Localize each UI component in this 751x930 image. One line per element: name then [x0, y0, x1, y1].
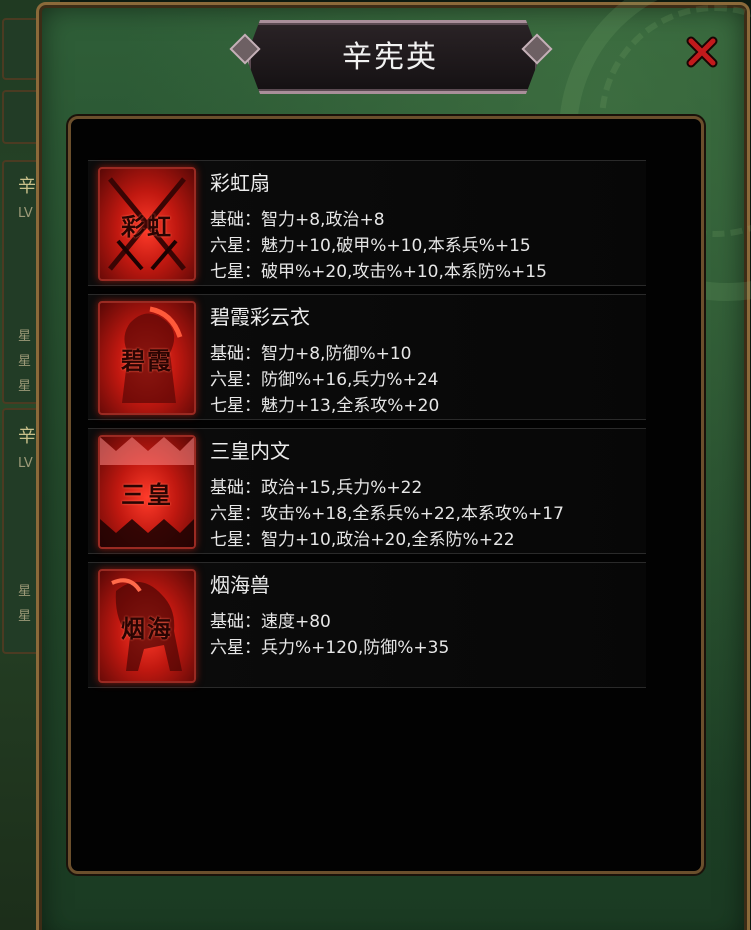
- stat-line: 六星：攻击%+18,全系兵%+22,本系攻%+17: [210, 499, 564, 524]
- scroll-icon: 三皇: [98, 435, 196, 549]
- stat-value: 防御%+16,兵力%+24: [261, 370, 439, 390]
- stat-line: 六星：兵力%+120,防御%+35: [210, 633, 449, 658]
- fan-icon: 彩虹: [98, 167, 196, 281]
- stat-line: 六星：防御%+16,兵力%+24: [210, 365, 438, 390]
- close-button[interactable]: [684, 34, 720, 70]
- icon-label: 烟海: [121, 614, 173, 643]
- stat-value: 政治+15,兵力%+22: [261, 478, 423, 498]
- stat-value: 兵力%+120,防御%+35: [261, 638, 450, 658]
- stat-label: 六星：: [210, 638, 261, 658]
- stat-value: 魅力+10,破甲%+10,本系兵%+15: [261, 236, 531, 256]
- stat-label: 七星：: [210, 530, 261, 550]
- stat-label: 六星：: [210, 504, 261, 524]
- robe-icon: 碧霞: [98, 301, 196, 415]
- equipment-name: 彩虹扇: [210, 171, 270, 195]
- stat-label: 七星：: [210, 396, 261, 416]
- stat-label: 基础：: [210, 344, 261, 364]
- stat-value: 智力+8,防御%+10: [261, 344, 412, 364]
- stat-label: 基础：: [210, 210, 261, 230]
- equipment-name: 碧霞彩云衣: [210, 305, 310, 329]
- background-star: 星: [18, 584, 32, 599]
- equipment-name: 烟海兽: [210, 573, 270, 597]
- background-star: 星: [18, 354, 32, 369]
- game-screen: 辛 LV 星 星 星 辛 LV 星 星 辛宪英 彩虹 彩虹扇 基础：智力+8,政…: [0, 0, 751, 930]
- stat-line: 七星：魅力+13,全系攻%+20: [210, 391, 439, 416]
- stat-line: 基础：智力+8,防御%+10: [210, 339, 412, 364]
- stat-value: 破甲%+20,攻击%+10,本系防%+15: [261, 262, 547, 282]
- beast-mount-icon: 烟海: [98, 569, 196, 683]
- stat-line: 基础：政治+15,兵力%+22: [210, 473, 422, 498]
- stat-line: 七星：破甲%+20,攻击%+10,本系防%+15: [210, 257, 547, 282]
- stat-line: 七星：智力+10,政治+20,全系防%+22: [210, 525, 515, 550]
- stat-label: 基础：: [210, 612, 261, 632]
- equipment-item[interactable]: 碧霞 碧霞彩云衣 基础：智力+8,防御%+10 六星：防御%+16,兵力%+24…: [88, 294, 646, 420]
- background-level: LV: [18, 206, 33, 221]
- stat-value: 智力+8,政治+8: [261, 210, 385, 230]
- stat-line: 基础：速度+80: [210, 607, 331, 632]
- stat-line: 六星：魅力+10,破甲%+10,本系兵%+15: [210, 231, 531, 256]
- stat-label: 六星：: [210, 236, 261, 256]
- icon-label: 彩虹: [121, 212, 173, 241]
- equipment-item[interactable]: 烟海 烟海兽 基础：速度+80 六星：兵力%+120,防御%+35: [88, 562, 646, 688]
- stat-value: 速度+80: [261, 612, 331, 632]
- background-star: 星: [18, 609, 32, 624]
- stat-value: 攻击%+18,全系兵%+22,本系攻%+17: [261, 504, 564, 524]
- background-hero-name: 辛: [18, 426, 36, 447]
- stat-value: 魅力+13,全系攻%+20: [261, 396, 440, 416]
- equipment-name: 三皇内文: [210, 439, 290, 463]
- stat-value: 智力+10,政治+20,全系防%+22: [261, 530, 515, 550]
- hero-name-title: 辛宪英: [342, 40, 438, 75]
- background-level: LV: [18, 456, 33, 471]
- stat-label: 基础：: [210, 478, 261, 498]
- equipment-item[interactable]: 彩虹 彩虹扇 基础：智力+8,政治+8 六星：魅力+10,破甲%+10,本系兵%…: [88, 160, 646, 286]
- icon-label: 三皇: [121, 480, 173, 509]
- stat-label: 七星：: [210, 262, 261, 282]
- background-star: 星: [18, 329, 32, 344]
- equipment-item[interactable]: 三皇 三皇内文 基础：政治+15,兵力%+22 六星：攻击%+18,全系兵%+2…: [88, 428, 646, 554]
- stat-label: 六星：: [210, 370, 261, 390]
- background-star: 星: [18, 379, 32, 394]
- icon-label: 碧霞: [121, 346, 173, 375]
- stat-line: 基础：智力+8,政治+8: [210, 205, 385, 230]
- background-hero-name: 辛: [18, 176, 36, 197]
- close-icon: [686, 36, 718, 68]
